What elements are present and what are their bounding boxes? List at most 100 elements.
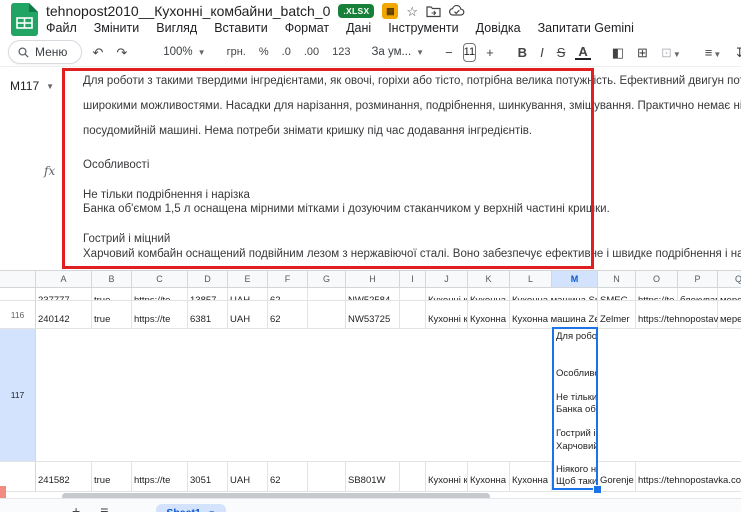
cell-n118[interactable]: Gorenje — [598, 462, 636, 492]
menu-format[interactable]: Формат — [285, 21, 329, 35]
font-size-input[interactable]: 11 — [463, 43, 476, 62]
cell-d116[interactable]: 6381 — [188, 301, 228, 329]
move-folder-icon[interactable] — [426, 5, 441, 18]
cell-e118[interactable]: UAH — [228, 462, 268, 492]
fill-handle[interactable] — [593, 485, 602, 494]
cell-a116[interactable]: 240142 — [36, 301, 92, 329]
cell-h118[interactable]: SB801W — [346, 462, 400, 492]
cell[interactable]: true — [92, 288, 132, 301]
column-header-k[interactable]: K — [468, 270, 510, 288]
cell[interactable] — [36, 329, 741, 462]
name-box[interactable]: M117 ▼ — [10, 79, 54, 93]
column-header-h[interactable]: H — [346, 270, 400, 288]
cell-f116[interactable]: 62 — [268, 301, 308, 329]
column-header-m-selected[interactable]: M — [552, 270, 598, 288]
cell[interactable] — [400, 288, 426, 301]
cell[interactable]: SMEG — [598, 288, 636, 301]
column-header-g[interactable]: G — [308, 270, 346, 288]
search-menus-button[interactable]: Меню — [8, 40, 82, 64]
cell-n116[interactable]: Zelmer — [598, 301, 636, 329]
increase-decimal-button[interactable]: .00 — [301, 46, 322, 59]
cell-i116[interactable] — [400, 301, 426, 329]
column-header-q[interactable]: Q — [718, 270, 741, 288]
more-formats-button[interactable]: 123 — [329, 46, 353, 59]
column-header-d[interactable]: D — [188, 270, 228, 288]
cell-f118[interactable]: 62 — [268, 462, 308, 492]
addon-yellow-icon[interactable]: ▦ — [382, 3, 398, 19]
decrease-font-size-button[interactable]: − — [442, 45, 456, 60]
cell-b116[interactable]: true — [92, 301, 132, 329]
tab-sheet1[interactable]: Sheet1 ▼ — [156, 504, 225, 512]
menu-ask-gemini[interactable]: Запитати Gemini — [538, 21, 634, 35]
selected-cell-m117[interactable]: Для робо Особливо Не тільки Банка об' Го… — [552, 327, 598, 490]
cell-h116[interactable]: NW53725 — [346, 301, 400, 329]
cell[interactable]: Кухонні к — [426, 288, 468, 301]
increase-font-size-button[interactable]: + — [483, 45, 497, 60]
row-header[interactable] — [0, 288, 36, 301]
column-header-j[interactable]: J — [426, 270, 468, 288]
cell-a118[interactable]: 241582 — [36, 462, 92, 492]
cell-i118[interactable] — [400, 462, 426, 492]
cell-o118[interactable]: https://tehnopostavka.com.ua — [636, 462, 741, 492]
column-header-b[interactable]: B — [92, 270, 132, 288]
menu-data[interactable]: Дані — [346, 21, 371, 35]
cell[interactable] — [308, 288, 346, 301]
cell-g116[interactable] — [308, 301, 346, 329]
zoom-select[interactable]: 100%▼ — [163, 46, 205, 58]
cell-j116[interactable]: Кухонні к — [426, 301, 468, 329]
decrease-decimal-button[interactable]: .0 — [279, 46, 294, 59]
all-sheets-button[interactable]: ≡ — [100, 504, 108, 512]
cell[interactable]: Кухонна к — [468, 288, 510, 301]
cell-l116[interactable]: Кухонна машина Ze — [510, 301, 598, 329]
cell[interactable]: 13857 — [188, 288, 228, 301]
cell[interactable]: https://te — [132, 288, 188, 301]
menu-view[interactable]: Вигляд — [156, 21, 197, 35]
row-header-116[interactable]: 116 — [0, 301, 36, 329]
cell[interactable]: UAH — [228, 288, 268, 301]
cell[interactable]: NW52584 — [346, 288, 400, 301]
cloud-status-icon[interactable] — [449, 5, 465, 17]
text-color-button[interactable]: A — [575, 44, 590, 60]
cell-l118[interactable]: Кухонна м — [510, 462, 552, 492]
cell[interactable]: Кухонна машина Sm — [510, 288, 598, 301]
fill-color-button[interactable]: ◧ — [609, 45, 627, 60]
column-header-a[interactable]: A — [36, 270, 92, 288]
cell[interactable]: мережа — [718, 288, 741, 301]
column-header-l[interactable]: L — [510, 270, 552, 288]
font-select[interactable]: За ум...▼ — [371, 46, 424, 58]
strikethrough-button[interactable]: S — [554, 45, 569, 60]
menu-insert[interactable]: Вставити — [214, 21, 267, 35]
column-header-n[interactable]: N — [598, 270, 636, 288]
cell-j118[interactable]: Кухонні к — [426, 462, 468, 492]
paint-format-button[interactable] — [150, 45, 156, 60]
print-button[interactable] — [137, 45, 143, 60]
cell[interactable]: 237777 — [36, 288, 92, 301]
formula-input[interactable]: Для роботи з такими твердими інгредієнта… — [63, 67, 741, 271]
currency-format-button[interactable]: грн. — [224, 46, 249, 59]
percent-format-button[interactable]: % — [256, 46, 272, 59]
row-header-117-selected[interactable]: 117 — [0, 329, 36, 462]
cell-b118[interactable]: true — [92, 462, 132, 492]
redo-button[interactable]: ↷ — [113, 45, 130, 60]
menu-edit[interactable]: Змінити — [94, 21, 140, 35]
document-title[interactable]: tehnopost2010__Кухонні_комбайни_batch_0 — [46, 3, 330, 19]
cell[interactable]: 62 — [268, 288, 308, 301]
borders-button[interactable]: ⊞ — [634, 45, 651, 60]
star-icon[interactable]: ☆ — [406, 5, 418, 18]
column-header-e[interactable]: E — [228, 270, 268, 288]
column-header-f[interactable]: F — [268, 270, 308, 288]
column-header-i[interactable]: I — [400, 270, 426, 288]
cell-o116[interactable]: https://tehnopostav — [636, 301, 718, 329]
menu-file[interactable]: Файл — [46, 21, 77, 35]
cell-g118[interactable] — [308, 462, 346, 492]
vertical-align-button[interactable]: ↧▼ — [731, 45, 741, 60]
cell-k116[interactable]: Кухонна к — [468, 301, 510, 329]
menu-help[interactable]: Довідка — [476, 21, 521, 35]
cell-c116[interactable]: https://te — [132, 301, 188, 329]
cell-q116[interactable]: мережа — [718, 301, 741, 329]
bold-button[interactable]: B — [515, 45, 530, 60]
add-sheet-button[interactable]: + — [72, 504, 80, 512]
column-header-p[interactable]: P — [678, 270, 718, 288]
cell-c118[interactable]: https://te — [132, 462, 188, 492]
column-header-o[interactable]: O — [636, 270, 678, 288]
